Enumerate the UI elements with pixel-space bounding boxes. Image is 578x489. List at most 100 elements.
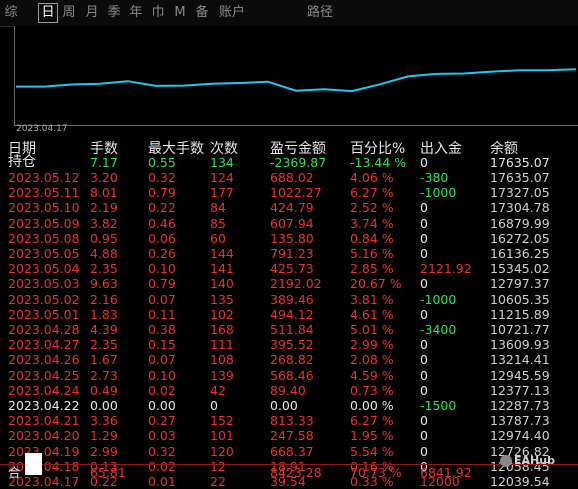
table-row[interactable]: 2023.05.12 3.20 0.32 124 688.02 4.06 % -380 176…	[0, 170, 578, 185]
table-row[interactable]: 2023.04.20 1.29 0.03 101 247.58 1.95 % 0 12974.…	[0, 428, 578, 443]
cell-pnl: 89.40	[270, 382, 306, 398]
table-row[interactable]: 2023.04.22 0.00 0.00 0 0.00 0.00 % -1500 12287.…	[0, 398, 578, 413]
tab-quarterly[interactable]: 季	[106, 4, 122, 22]
cell-pct: 3.81 %	[350, 291, 394, 307]
cell-pnl: 668.37	[270, 443, 314, 459]
cell-flow: -3400	[420, 322, 457, 337]
cell-date: 2023.05.11	[8, 185, 80, 201]
table-row[interactable]: 2023.04.25 2.73 0.10 139 568.46 4.59 % 0 12945.…	[0, 368, 578, 383]
cell-balance: 17635.07	[490, 170, 550, 185]
cell-balance: 15345.02	[490, 261, 550, 277]
cell-flow: 0	[420, 428, 428, 444]
cell-lots: 4.88	[90, 246, 118, 261]
cell-date: 2023.04.25	[8, 367, 80, 383]
cell-flow: 0	[420, 200, 428, 216]
tab-magic[interactable]: M	[172, 4, 188, 22]
cell-max-lots: 0.10	[148, 261, 176, 277]
table-row[interactable]: 2023.04.27 2.35 0.15 111 395.52 2.99 % 0 13609.…	[0, 337, 578, 352]
tab-path[interactable]: 路径	[304, 4, 336, 22]
table-row[interactable]: 2023.05.09 3.82 0.46 85 607.94 3.74 % 0 16879.9…	[0, 216, 578, 231]
table-row[interactable]: 2023.05.11 8.01 0.79 177 1022.27 6.27 % -1000 1…	[0, 185, 578, 200]
holding-pnl: -2369.87	[270, 155, 327, 170]
cell-max-lots: 0.15	[148, 337, 176, 353]
cell-count: 108	[210, 352, 234, 368]
cell-max-lots: 0.03	[148, 428, 176, 444]
cell-date: 2023.05.01	[8, 306, 80, 322]
tab-symbol[interactable]: 巾	[150, 4, 166, 22]
cell-flow: 0	[420, 382, 428, 398]
table-row[interactable]: 2023.04.28 4.39 0.38 168 511.84 5.01 % -3400 10…	[0, 322, 578, 337]
holding-row[interactable]: 持仓 7.17 0.55 134 -2369.87 -13.44 % 0 176…	[0, 154, 578, 171]
watermark-text: EAHub	[514, 454, 555, 467]
cell-max-lots: 0.11	[148, 306, 176, 322]
cell-balance: 12287.73	[490, 398, 550, 413]
tab-weekly[interactable]: 周	[61, 4, 77, 22]
cell-lots: 1.67	[90, 352, 118, 368]
cell-pct: 0.73 %	[350, 382, 394, 398]
cell-date: 2023.05.08	[8, 230, 80, 246]
cell-pct: 1.95 %	[350, 428, 394, 444]
cell-count: 152	[210, 413, 234, 429]
cell-pct: 4.59 %	[350, 367, 394, 383]
table-row[interactable]: 2023.04.26 1.67 0.07 108 268.82 2.08 % 0 13214.…	[0, 352, 578, 367]
cell-balance: 16272.05	[490, 230, 550, 246]
tab-daily[interactable]: 日	[38, 3, 58, 23]
cell-flow: 0	[420, 443, 428, 459]
cell-date: 2023.05.09	[8, 215, 80, 231]
cell-lots: 2.35	[90, 261, 118, 277]
cell-flow: 0	[420, 367, 428, 383]
cell-max-lots: 0.32	[148, 170, 176, 185]
total-lots: 65.81	[90, 465, 126, 480]
cell-max-lots: 0.79	[148, 185, 176, 201]
holding-label: 持仓	[8, 154, 36, 170]
cell-max-lots: 0.10	[148, 367, 176, 383]
cell-pnl: 135.80	[270, 230, 314, 246]
table-row[interactable]: 2023.04.21 3.36 0.27 152 813.33 6.27 % 0 13787.…	[0, 413, 578, 428]
cell-pnl: 607.94	[270, 215, 314, 231]
table-row[interactable]: 2023.05.05 4.88 0.26 144 791.23 5.16 % 0 16136.…	[0, 246, 578, 261]
cell-pct: 5.54 %	[350, 443, 394, 459]
table-row[interactable]: 2023.04.24 0.49 0.02 42 89.40 0.73 % 0 12377.13	[0, 383, 578, 398]
cell-lots: 2.73	[90, 367, 118, 383]
cell-pct: 4.06 %	[350, 170, 394, 185]
cell-pnl: 568.46	[270, 367, 314, 383]
table-row[interactable]: 2023.05.10 2.19 0.22 84 424.79 2.52 % 0 17304.7…	[0, 200, 578, 215]
cell-count: 111	[210, 337, 234, 353]
table-row[interactable]: 2023.05.02 2.16 0.07 135 389.46 3.81 % -1000 10…	[0, 292, 578, 307]
cell-date: 2023.05.04	[8, 261, 80, 277]
table-row[interactable]: 2023.05.08 0.95 0.06 60 135.80 0.84 % 0 16272.0…	[0, 231, 578, 246]
cell-max-lots: 0.27	[148, 413, 176, 429]
tab-note[interactable]: 备	[194, 4, 210, 22]
cell-date: 2023.05.10	[8, 200, 80, 216]
cell-flow: 0	[420, 413, 428, 429]
cell-count: 85	[210, 215, 226, 231]
tab-monthly[interactable]: 月	[84, 4, 100, 22]
holding-max-lots: 0.55	[148, 155, 176, 170]
cell-flow: -1500	[420, 398, 457, 413]
cell-pnl: 268.82	[270, 352, 314, 368]
cell-pnl: 389.46	[270, 291, 314, 307]
cell-pct: 6.27 %	[350, 413, 394, 429]
cell-lots: 3.82	[90, 215, 118, 231]
total-pnl: 8423.28	[270, 465, 322, 480]
cell-max-lots: 0.07	[148, 352, 176, 368]
cell-date: 2023.04.28	[8, 322, 80, 337]
cell-date: 2023.05.02	[8, 291, 80, 307]
table-row[interactable]: 2023.05.01 1.83 0.11 102 494.12 4.61 % 0 11215.…	[0, 307, 578, 322]
holding-lots: 7.17	[90, 155, 118, 170]
cell-date: 2023.05.03	[8, 276, 80, 292]
table-row[interactable]: 2023.05.04 2.35 0.10 141 425.73 2.85 % 2121.92…	[0, 261, 578, 276]
cell-lots: 0.95	[90, 230, 118, 246]
table-row[interactable]: 2023.04.19 2.99 0.32 120 668.37 5.54 % 0 12726.…	[0, 444, 578, 459]
cell-date: 2023.04.21	[8, 413, 80, 429]
cell-balance: 13787.73	[490, 413, 550, 429]
tab-yearly[interactable]: 年	[128, 4, 144, 22]
tab-summary[interactable]: 综	[3, 4, 19, 22]
equity-line	[16, 68, 577, 93]
holding-count: 134	[210, 155, 234, 170]
cell-pct: 5.16 %	[350, 246, 394, 261]
table-row[interactable]: 2023.05.03 9.63 0.79 140 2192.02 20.67 % 0 1279…	[0, 276, 578, 291]
cell-lots: 9.63	[90, 276, 118, 292]
cell-max-lots: 0.02	[148, 382, 176, 398]
tab-account[interactable]: 账户	[216, 4, 248, 22]
